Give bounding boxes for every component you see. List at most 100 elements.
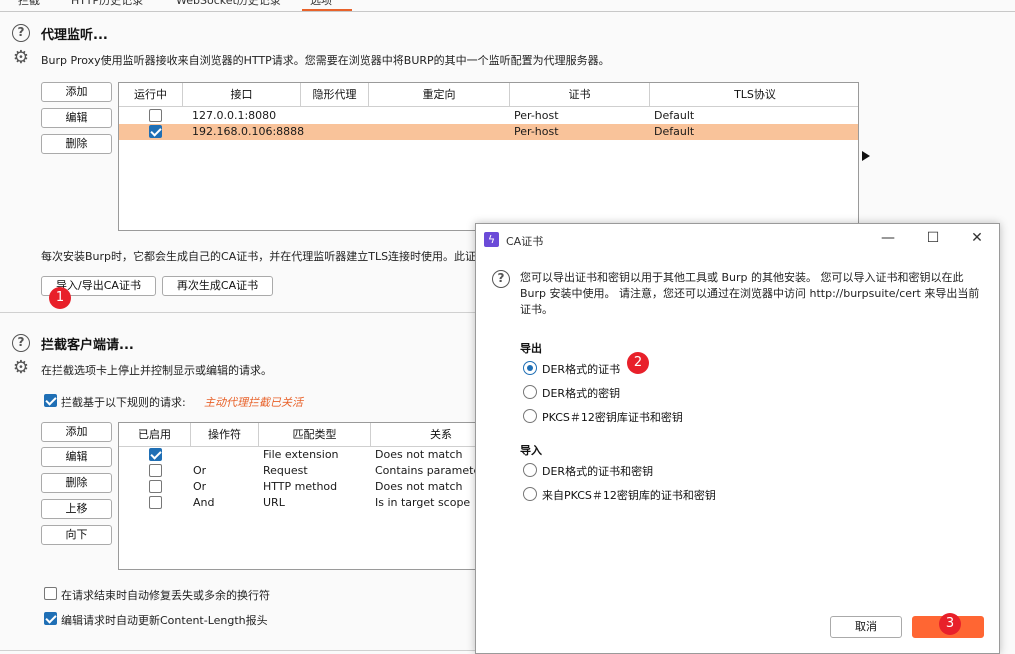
add-listener-button[interactable]: 添加	[41, 82, 112, 102]
tls-cell: Default	[654, 125, 695, 138]
operator-cell: Or	[193, 464, 207, 477]
match-type-cell: URL	[263, 496, 285, 509]
column-relation[interactable]: 关系	[371, 423, 476, 447]
relation-cell: Contains parameter	[375, 464, 475, 477]
tab-websocket-history[interactable]: WebSocket历史记录	[168, 0, 289, 11]
step-badge-1: 1	[49, 287, 71, 309]
table-row[interactable]: Or Request Contains parameter	[119, 463, 476, 479]
step-badge-3: 3	[939, 613, 961, 635]
running-checkbox[interactable]	[149, 109, 162, 122]
column-tls[interactable]: TLS协议	[650, 83, 858, 107]
step-badge-2: 2	[627, 352, 649, 374]
export-der-cert-radio[interactable]	[523, 361, 537, 375]
export-der-cert-label[interactable]: DER格式的证书	[542, 361, 620, 377]
intercept-status-note: 主动代理拦截已关活	[204, 396, 303, 409]
column-operator[interactable]: 操作符	[191, 423, 259, 447]
relation-cell: Does not match	[375, 480, 463, 493]
column-redirect[interactable]: 重定向	[369, 83, 510, 107]
column-match-type[interactable]: 匹配类型	[259, 423, 371, 447]
help-icon[interactable]: ?	[12, 334, 30, 352]
dialog-info-line-1: 您可以导出证书和密钥以用于其他工具或 Burp 的其他安装。 您可以导入证书和密…	[520, 271, 964, 284]
rules-table-header: 已启用 操作符 匹配类型 关系	[119, 423, 476, 447]
import-pkcs12-label[interactable]: 来自PKCS＃12密钥库的证书和密钥	[542, 487, 716, 503]
fix-newlines-checkbox[interactable]	[44, 587, 57, 600]
import-der-label[interactable]: DER格式的证书和密钥	[542, 463, 653, 479]
help-icon[interactable]: ?	[492, 270, 510, 288]
import-pkcs12-radio[interactable]	[523, 487, 537, 501]
dialog-info-line-2: Burp 安装中使用。 请注意，您还可以通过在浏览器中访问 http://bur…	[520, 287, 980, 300]
import-group-label: 导入	[520, 444, 542, 457]
table-row[interactable]: 127.0.0.1:8080 Per-host Default	[119, 108, 858, 124]
listeners-table: 运行中 接口 隐形代理 重定向 证书 TLS协议 127.0.0.1:8080 …	[118, 82, 859, 231]
match-type-cell: File extension	[263, 448, 339, 461]
relation-cell: Does not match	[375, 448, 463, 461]
tab-options[interactable]: 选项	[302, 0, 352, 11]
intercept-client-description: 在拦截选项卡上停止并控制显示或编辑的请求。	[41, 364, 272, 377]
gear-icon[interactable]: ⚙	[11, 358, 31, 378]
rule-enabled-checkbox[interactable]	[149, 464, 162, 477]
proxy-listeners-title: 代理监听...	[41, 28, 108, 43]
ca-cert-note: 每次安装Burp时，它都会生成自己的CA证书，并在代理监听器建立TLS连接时使用…	[41, 250, 477, 263]
export-der-key-label[interactable]: DER格式的密钥	[542, 385, 620, 401]
tab-bar: 拦截 HTTP历史记录 WebSocket历史记录 选项	[0, 0, 1015, 12]
running-checkbox[interactable]	[149, 125, 162, 138]
export-der-key-radio[interactable]	[523, 385, 537, 399]
maximize-icon[interactable]: ☐	[923, 230, 943, 246]
edit-rule-button[interactable]: 编辑	[41, 447, 112, 467]
rules-table: 已启用 操作符 匹配类型 关系 File extension Does not …	[118, 422, 476, 570]
edit-listener-button[interactable]: 编辑	[41, 108, 112, 128]
operator-cell: And	[193, 496, 215, 509]
burp-logo-icon: ϟ	[484, 232, 499, 247]
column-enabled[interactable]: 已启用	[119, 423, 191, 447]
add-rule-button[interactable]: 添加	[41, 422, 112, 442]
regenerate-ca-button[interactable]: 再次生成CA证书	[162, 276, 273, 296]
tab-intercept[interactable]: 拦截	[10, 0, 48, 11]
rule-enabled-checkbox[interactable]	[149, 448, 162, 461]
tls-cell: Default	[654, 109, 695, 122]
column-running[interactable]: 运行中	[119, 83, 183, 107]
move-down-button[interactable]: 向下	[41, 525, 112, 545]
column-interface[interactable]: 接口	[183, 83, 301, 107]
intercept-client-title: 拦截客户端请...	[41, 338, 134, 353]
section-divider	[0, 312, 475, 313]
table-row[interactable]: And URL Is in target scope	[119, 495, 476, 511]
import-der-radio[interactable]	[523, 463, 537, 477]
help-icon[interactable]: ?	[12, 24, 30, 42]
intercept-rules-checkbox[interactable]	[44, 394, 57, 407]
cert-cell: Per-host	[514, 125, 559, 138]
relation-cell: Is in target scope	[375, 496, 471, 509]
tab-http-history[interactable]: HTTP历史记录	[63, 0, 151, 11]
remove-listener-button[interactable]: 删除	[41, 134, 112, 154]
rule-enabled-checkbox[interactable]	[149, 480, 162, 493]
listeners-table-header: 运行中 接口 隐形代理 重定向 证书 TLS协议	[119, 83, 858, 107]
interface-cell: 127.0.0.1:8080	[192, 109, 277, 122]
column-certificate[interactable]: 证书	[510, 83, 650, 107]
remove-rule-button[interactable]: 删除	[41, 473, 112, 493]
rule-enabled-checkbox[interactable]	[149, 496, 162, 509]
dialog-title: CA证书	[506, 235, 544, 248]
export-pkcs12-label[interactable]: PKCS＃12密钥库证书和密钥	[542, 409, 683, 425]
section-divider	[0, 650, 475, 651]
cancel-button[interactable]: 取消	[830, 616, 902, 638]
column-invisible[interactable]: 隐形代理	[301, 83, 369, 107]
match-type-cell: HTTP method	[263, 480, 338, 493]
close-icon[interactable]: ✕	[967, 230, 987, 246]
expand-arrow-icon[interactable]	[862, 151, 870, 161]
interface-cell: 192.168.0.106:8888	[192, 125, 305, 138]
minimize-icon[interactable]: —	[878, 230, 898, 246]
intercept-rules-label: 拦截基于以下规则的请求:	[61, 396, 186, 409]
table-row[interactable]: File extension Does not match	[119, 447, 476, 463]
cert-cell: Per-host	[514, 109, 559, 122]
match-type-cell: Request	[263, 464, 308, 477]
table-row[interactable]: Or HTTP method Does not match	[119, 479, 476, 495]
export-group-label: 导出	[520, 342, 542, 355]
dialog-info-line-3: 证书。	[520, 303, 553, 316]
gear-icon[interactable]: ⚙	[11, 48, 31, 68]
ca-certificate-dialog: ϟ CA证书 — ☐ ✕ ? 您可以导出证书和密钥以用于其他工具或 Burp 的…	[475, 223, 1000, 654]
proxy-listeners-description: Burp Proxy使用监听器接收来自浏览器的HTTP请求。您需要在浏览器中将B…	[41, 54, 610, 67]
operator-cell: Or	[193, 480, 207, 493]
export-pkcs12-radio[interactable]	[523, 409, 537, 423]
table-row-selected[interactable]: 192.168.0.106:8888 Per-host Default	[119, 124, 858, 140]
move-up-button[interactable]: 上移	[41, 499, 112, 519]
update-content-length-checkbox[interactable]	[44, 612, 57, 625]
